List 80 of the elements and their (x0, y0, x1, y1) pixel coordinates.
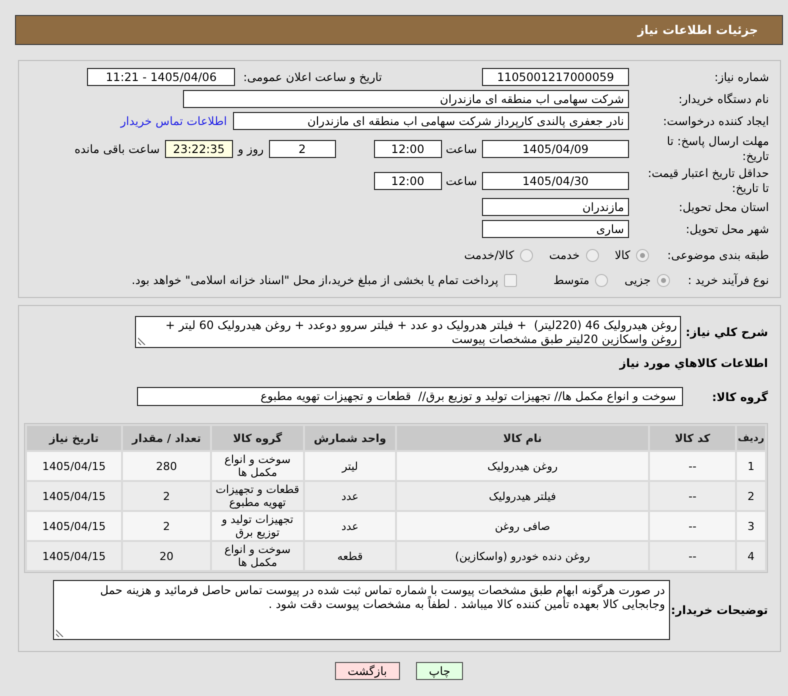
section-heading: اطلاعات كالاهاي مورد نياز (618, 355, 768, 371)
table-cell: عدد (305, 512, 395, 540)
time-label: ساعت (446, 142, 477, 156)
announce-date-field[interactable]: 1405/04/06 - 11:21 (87, 68, 236, 86)
table-cell: 20 (123, 542, 210, 570)
column-header: ردیف (737, 426, 765, 450)
back-button[interactable]: بازگشت (334, 662, 400, 680)
table-cell: 1405/04/15 (27, 542, 121, 570)
deadline-date-field[interactable]: 1405/04/09 (482, 140, 629, 158)
time-label: ساعت (446, 174, 477, 188)
field-label: استان محل تحویل: (678, 200, 769, 214)
table-cell: سوخت و انواع مکمل ها (212, 452, 303, 480)
table-cell: 2 (737, 482, 765, 510)
days-label: روز و (238, 142, 264, 156)
column-header: تعداد / مقدار (123, 426, 210, 450)
radio-label: کالا (614, 248, 630, 262)
resize-grip-icon[interactable] (138, 337, 146, 345)
deadline-time-field[interactable]: 12:00 (374, 140, 442, 158)
table-cell: فیلتر هیدرولیک (397, 482, 648, 510)
print-button[interactable]: چاپ (416, 662, 464, 680)
table-cell: 1405/04/15 (27, 512, 121, 540)
radio-label: کالا/خدمت (464, 248, 514, 262)
column-header: گروه کالا (212, 426, 303, 450)
validity-time-field[interactable]: 12:00 (374, 172, 442, 190)
table-cell: 2 (123, 482, 210, 510)
table-cell: 1405/04/15 (27, 452, 121, 480)
table-cell: صافی روغن (397, 512, 648, 540)
table-cell: -- (650, 452, 735, 480)
province-field[interactable]: مازندران (482, 198, 629, 216)
radio-label: خدمت (549, 248, 580, 262)
column-header: کد کالا (650, 426, 735, 450)
table-cell: روغن هیدرولیک (397, 452, 648, 480)
field-label: نوع فرآیند خرید : (688, 273, 769, 287)
field-label: گروه کالا: (711, 390, 768, 404)
field-label: مهلت ارسال پاسخ: تا تاریخ: (666, 134, 769, 164)
buyer-notes-field[interactable]: در صورت هرگونه ابهام طبق مشخصات پیوست با شماره تماس ثبت شده در پیوست تماس حاصل فرمائید و هزینه حمل وجابجایی کالا بعهده تأمین کننده کالا میباشد . لطفاً به مشخصات پیوست دقت شود . (53, 580, 670, 640)
table-cell: قطعات و تجهیزات تهویه مطبوع (212, 482, 303, 510)
contact-info-link[interactable]: اطلاعات تماس خریدار (120, 114, 227, 128)
remaining-label: ساعت باقی مانده (74, 142, 160, 156)
table-cell: عدد (305, 482, 395, 510)
radio-label: متوسط (553, 273, 590, 287)
table-cell: 1 (737, 452, 765, 480)
table-cell: 280 (123, 452, 210, 480)
page-title: جزئیات اطلاعات نیاز (637, 23, 758, 37)
city-field[interactable]: ساری (482, 220, 629, 238)
radio-label: جزیی (624, 273, 651, 287)
field-label: شماره نیاز: (713, 70, 769, 84)
days-field[interactable]: 2 (268, 140, 336, 158)
checkbox-label: پرداخت تمام یا بخشی از مبلغ خرید،از محل "اسناد خزانه اسلامی" خواهد بود. (132, 273, 498, 287)
field-label: نام دستگاه خریدار: (677, 92, 769, 106)
table-cell: روغن دنده خودرو (واسکازین) (397, 542, 648, 570)
field-label: ایجاد کننده درخواست: (662, 114, 769, 128)
table-cell: 1405/04/15 (27, 482, 121, 510)
table-cell: قطعه (305, 542, 395, 570)
table-cell: لیتر (305, 452, 395, 480)
table-cell: 3 (737, 512, 765, 540)
field-label: تاریخ و ساعت اعلان عمومی: (243, 70, 382, 84)
resize-grip-icon[interactable] (56, 629, 64, 637)
requester-field[interactable]: نادر جعفری پالندی کارپرداز شرکت سهامی اب منطقه ای مازندران (233, 112, 629, 130)
field-label: طبقه بندی موضوعی: (667, 248, 769, 262)
table-cell: -- (650, 542, 735, 570)
goods-group-field[interactable]: سوخت و انواع مکمل ها// تجهیزات تولید و توزیع برق// قطعات و تجهیزات تهویه مطبوع (137, 387, 683, 406)
buyer-org-field[interactable]: شرکت سهامی اب منطقه ای مازندران (183, 90, 629, 108)
column-header: تاریخ نیاز (27, 426, 121, 450)
table-cell: سوخت و انواع مکمل ها (212, 542, 303, 570)
validity-date-field[interactable]: 1405/04/30 (482, 172, 629, 190)
field-label: شهر محل تحویل: (684, 222, 769, 236)
summary-field[interactable]: روغن هیدرولیک 46 (220لیتر) + فیلتر هدرولیک دو عدد + فیلتر سروو دوعدد + روغن هیدرولیک 60 لیتر + روغن واسکازین 20لیتر طبق مشخصات پیوست (135, 316, 681, 348)
table-cell: 2 (123, 512, 210, 540)
table-cell: 4 (737, 542, 765, 570)
field-label: شرح کلي نياز: (684, 325, 768, 339)
field-label: حداقل تاریخ اعتبار قیمت: تا تاریخ: (646, 166, 769, 196)
column-header: نام کالا (397, 426, 648, 450)
field-label: توضیحات خریدار: (670, 603, 768, 617)
need-number-field[interactable]: 1105001217000059 (482, 68, 629, 86)
remaining-time-field[interactable]: 23:22:35 (164, 140, 233, 158)
table-cell: -- (650, 482, 735, 510)
table-cell: -- (650, 512, 735, 540)
table-cell: تجهیزات تولید و توزیع برق (212, 512, 303, 540)
column-header: واحد شمارش (305, 426, 395, 450)
